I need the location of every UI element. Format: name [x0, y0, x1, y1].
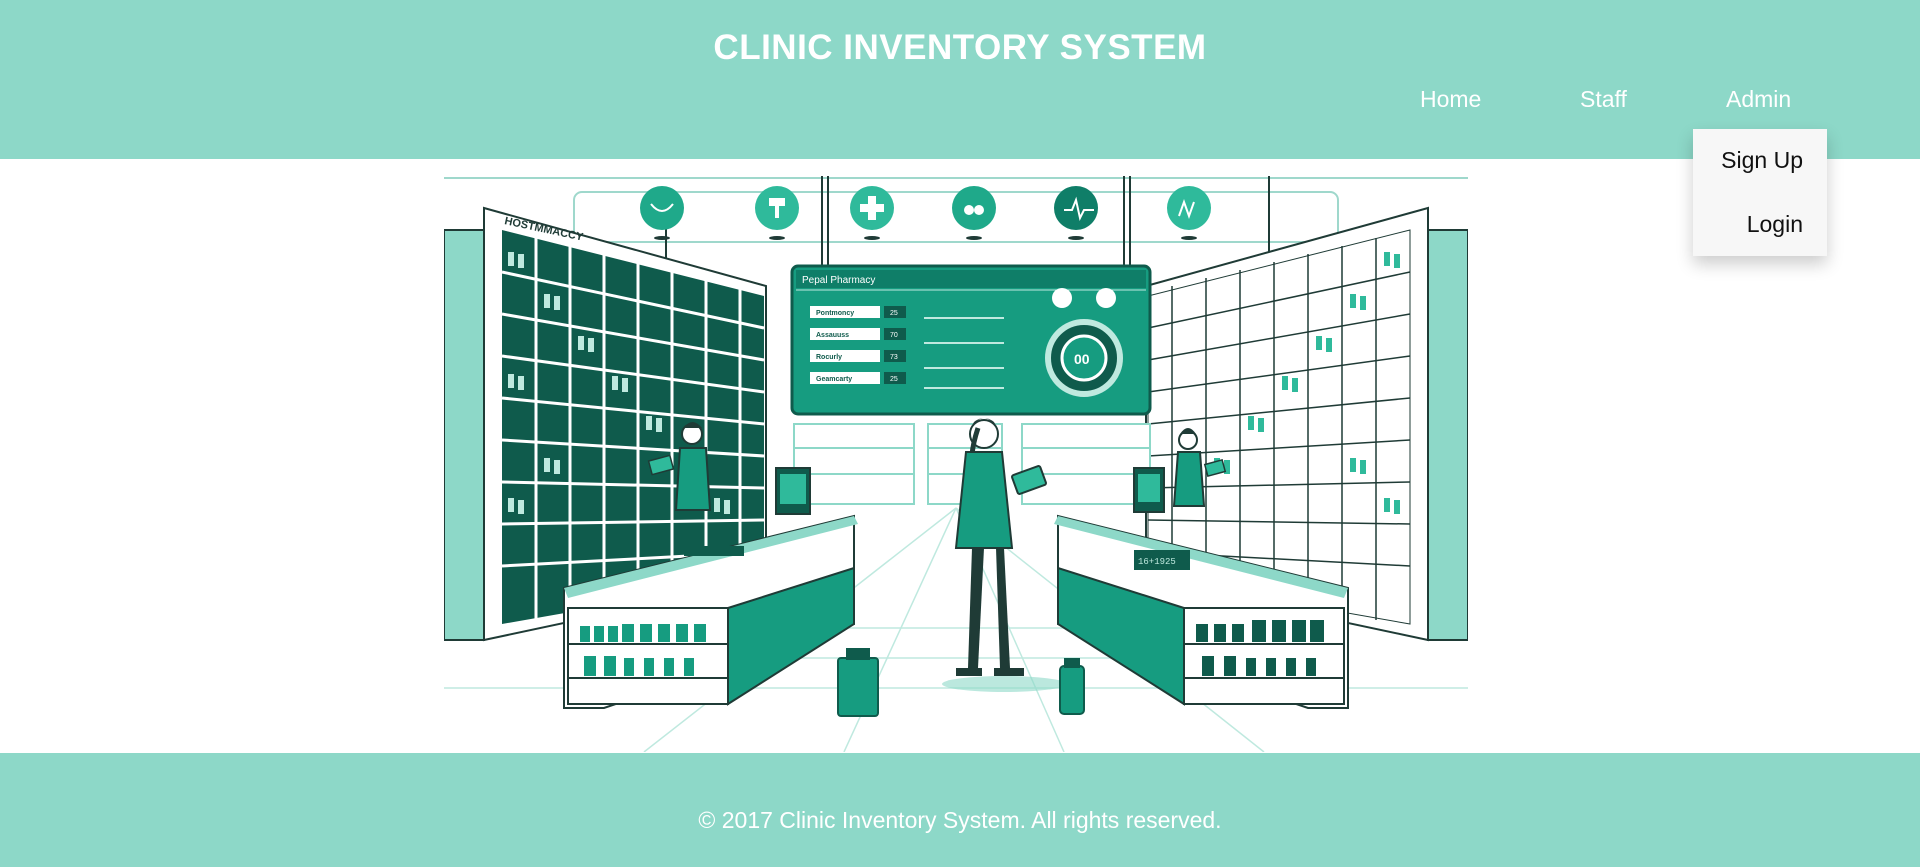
- nav-staff-link[interactable]: Staff: [1580, 86, 1627, 113]
- site-footer: © 2017 Clinic Inventory System. All righ…: [0, 753, 1920, 867]
- screen-row-2: Assauuss: [816, 332, 849, 339]
- register-display: 16+1925: [1138, 557, 1176, 567]
- screen-value-4: 25: [890, 376, 898, 383]
- admin-dropdown-menu: Sign Up Login: [1693, 129, 1827, 256]
- nav-admin-link[interactable]: Admin: [1726, 86, 1791, 113]
- site-header: CLINIC INVENTORY SYSTEM Home Staff Admin: [0, 0, 1920, 159]
- screen-row-4: Geamcarty: [816, 376, 852, 383]
- screen-row-3: Rocurly: [816, 354, 842, 361]
- screen-value-1: 25: [890, 310, 898, 317]
- copyright-text: © 2017 Clinic Inventory System. All righ…: [698, 807, 1222, 833]
- dropdown-login-link[interactable]: Login: [1747, 211, 1803, 238]
- screen-value-2: 70: [890, 332, 898, 339]
- screen-value-3: 73: [890, 354, 898, 361]
- gauge-value: 00: [1074, 351, 1090, 367]
- site-title: CLINIC INVENTORY SYSTEM: [713, 28, 1207, 67]
- pharmacy-illustration: HOSTMMACCY Pepal Pharmacy Pontmoncy Assa…: [444, 168, 1468, 752]
- nav-home-link[interactable]: Home: [1420, 86, 1481, 113]
- dropdown-signup-link[interactable]: Sign Up: [1721, 147, 1803, 174]
- screen-title: Pepal Pharmacy: [802, 275, 875, 286]
- screen-row-1: Pontmoncy: [816, 310, 854, 317]
- dashboard-screen: Pepal Pharmacy Pontmoncy Assauuss Rocurl…: [790, 264, 1152, 416]
